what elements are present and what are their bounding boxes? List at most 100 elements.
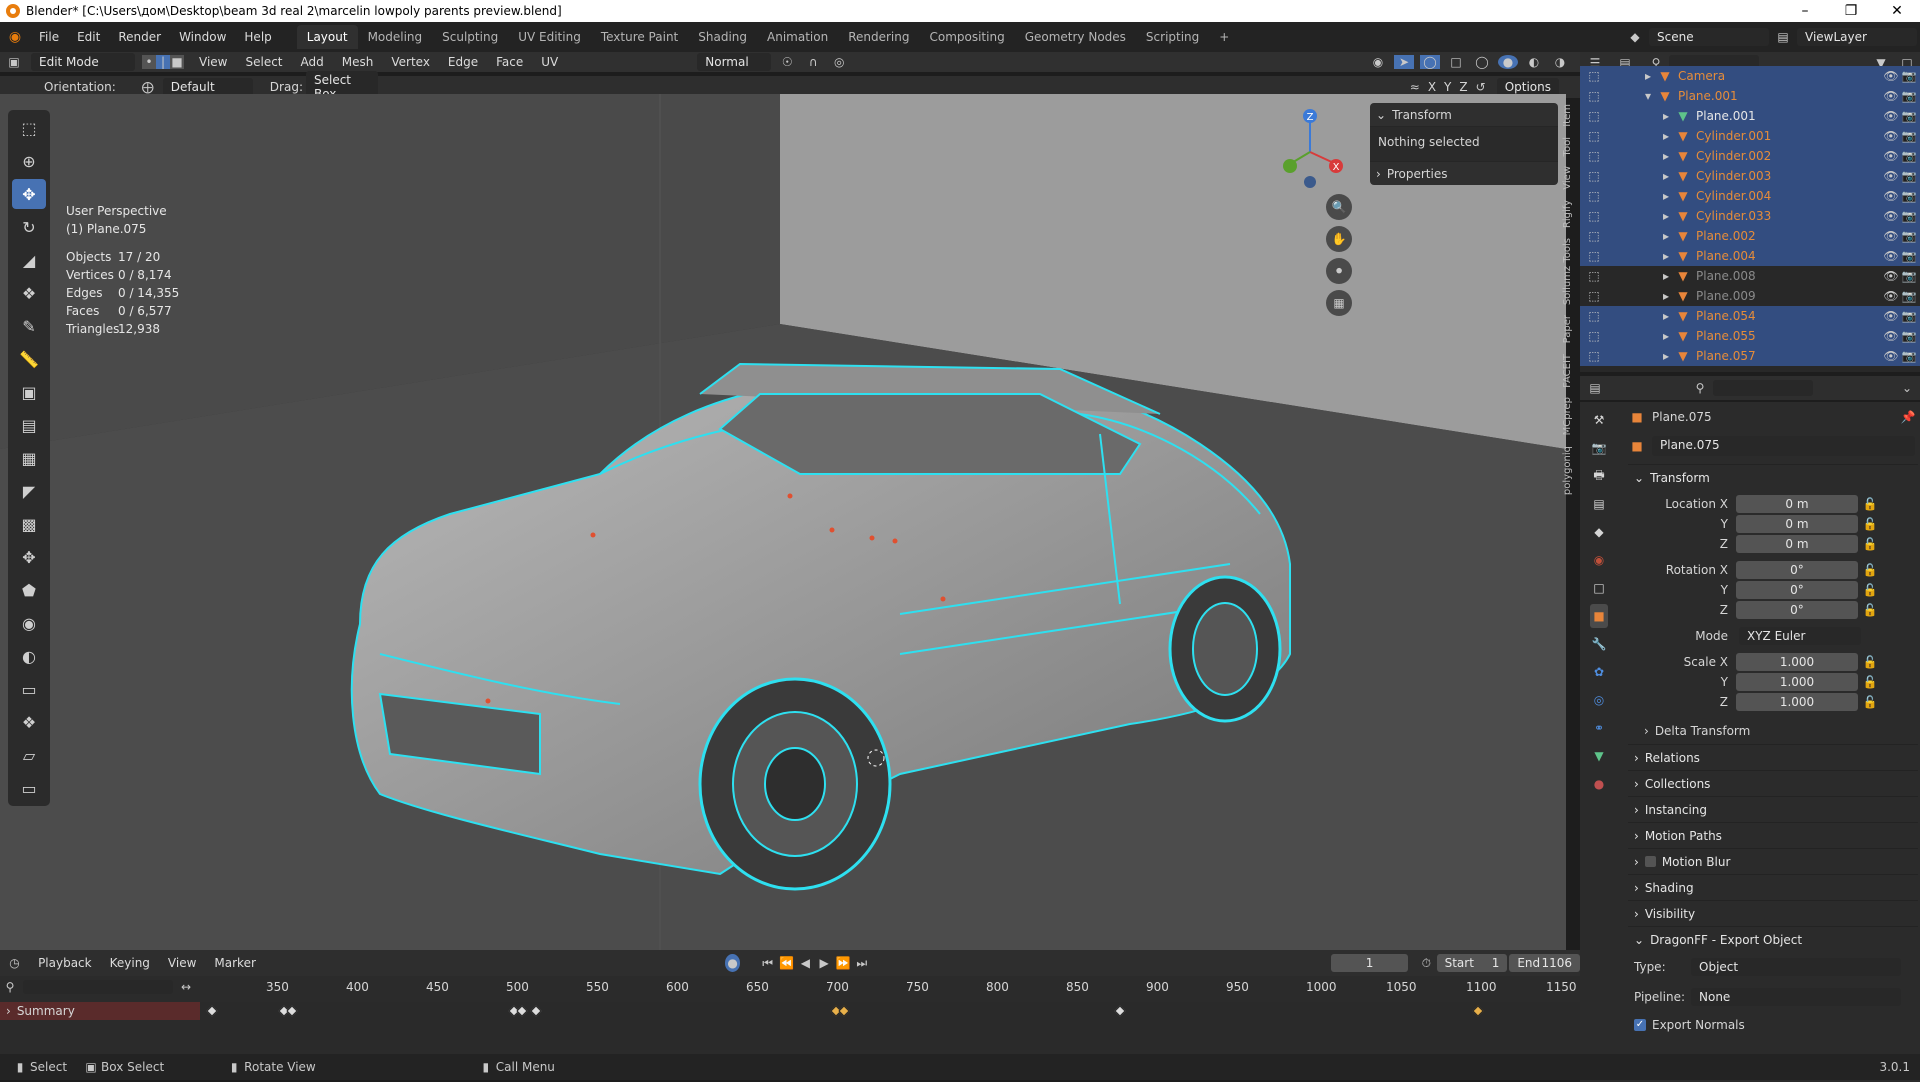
keyframe[interactable] (206, 1005, 218, 1017)
edge-slide-icon[interactable]: ▭ (12, 674, 46, 704)
outliner-row[interactable]: ⬚ ▸ ▼ Cylinder.002 👁 📷 (1580, 146, 1920, 166)
expand-arrow-icon[interactable]: ▾ (1642, 89, 1654, 103)
menu-uv[interactable]: UV (532, 55, 567, 69)
physics-tab-icon[interactable]: ◎ (1590, 688, 1608, 712)
transform-panel-header[interactable]: ⌄ Transform (1370, 103, 1558, 127)
vertex-select-icon[interactable]: • (142, 55, 156, 69)
menu-face[interactable]: Face (487, 55, 532, 69)
3d-viewport[interactable]: User Perspective (1) Plane.075 Objects 17… (0, 94, 1566, 950)
scale-z-field[interactable]: 1.000 (1736, 693, 1858, 711)
xray-toggle-icon[interactable]: □ (1446, 55, 1466, 69)
properties-options-icon[interactable]: ⌄ (1894, 381, 1920, 395)
collection-tab-icon[interactable]: □ (1590, 576, 1608, 600)
pan-hand-icon[interactable]: ✋ (1326, 226, 1352, 252)
select-mode-icon[interactable]: ⬚ (1586, 229, 1602, 243)
menu-timeline-view[interactable]: View (159, 956, 205, 970)
tab-faceit[interactable]: FACEIT (1562, 354, 1573, 388)
pipeline-dropdown[interactable]: None (1691, 988, 1901, 1006)
outliner-row[interactable]: ⬚ ▸ ▼ Cylinder.003 👁 📷 (1580, 166, 1920, 186)
mirror-icon[interactable]: ≈ (1410, 80, 1420, 94)
camera-render-icon[interactable]: 📷 (1902, 169, 1917, 183)
end-frame-field[interactable]: End 1106 (1509, 954, 1581, 972)
edge-select-icon[interactable]: | (156, 55, 170, 69)
tab-sculpting[interactable]: Sculpting (432, 25, 508, 49)
summary-channel[interactable]: › Summary (0, 1002, 200, 1020)
select-mode-icon[interactable]: ⬚ (1586, 69, 1602, 83)
keyframe[interactable] (286, 1005, 298, 1017)
scale-icon[interactable]: ◢ (12, 245, 46, 275)
select-box-icon[interactable]: ⬚ (12, 113, 46, 143)
swap-icon[interactable]: ↔ (176, 980, 196, 994)
transform-section[interactable]: ⌄ Transform (1628, 464, 1918, 490)
minimize-icon[interactable]: – (1782, 3, 1828, 19)
type-dropdown[interactable]: Object (1691, 958, 1901, 976)
visibility-section[interactable]: › Visibility (1628, 900, 1918, 926)
inset-icon[interactable]: ▦ (12, 443, 46, 473)
eye-icon[interactable]: 👁 (1883, 229, 1898, 243)
eye-icon[interactable]: 👁 (1883, 109, 1898, 123)
expand-arrow-icon[interactable]: ▸ (1660, 209, 1672, 223)
export-normals-checkbox[interactable]: ✓ (1634, 1019, 1646, 1031)
properties-editor-icon[interactable]: ▤ (1580, 381, 1610, 395)
wireframe-shading-icon[interactable]: ◯ (1472, 55, 1492, 69)
menu-edit[interactable]: Edit (68, 30, 109, 44)
play-reverse-icon[interactable]: ◀ (796, 956, 815, 970)
solid-shading-icon[interactable]: ● (1498, 55, 1518, 69)
expand-arrow-icon[interactable]: ▸ (1660, 229, 1672, 243)
eye-icon[interactable]: 👁 (1883, 149, 1898, 163)
add-cube-icon[interactable]: ▣ (12, 377, 46, 407)
tab-rendering[interactable]: Rendering (838, 25, 919, 49)
tab-animation[interactable]: Animation (757, 25, 838, 49)
measure-icon[interactable]: 📏 (12, 344, 46, 374)
menu-window[interactable]: Window (170, 30, 235, 44)
world-tab-icon[interactable]: ◉ (1590, 548, 1608, 572)
location-y-field[interactable]: 0 m (1736, 515, 1858, 533)
tool-tab-icon[interactable]: ⚒ (1590, 408, 1608, 432)
particles-tab-icon[interactable]: ✿ (1590, 660, 1608, 684)
select-mode-icon[interactable]: ⬚ (1586, 189, 1602, 203)
tab-geometry-nodes[interactable]: Geometry Nodes (1015, 25, 1136, 49)
camera-render-icon[interactable]: 📷 (1902, 229, 1917, 243)
eye-icon[interactable]: 👁 (1883, 249, 1898, 263)
motion-blur-section[interactable]: › Motion Blur (1628, 848, 1918, 874)
jump-keyframe-back-icon[interactable]: ⏪ (777, 956, 796, 970)
auto-merge-icon[interactable]: ↺ (1476, 80, 1486, 94)
poly-build-icon[interactable]: ⬟ (12, 575, 46, 605)
eye-icon[interactable]: 👁 (1883, 289, 1898, 303)
editor-type-icon[interactable]: ▣ (0, 55, 28, 69)
eye-icon[interactable]: 👁 (1883, 329, 1898, 343)
properties-search-input[interactable] (1713, 380, 1813, 396)
delta-transform-section[interactable]: › Delta Transform (1628, 718, 1918, 744)
outliner-row[interactable]: ⬚ ▸ ▼ Plane.001 👁 📷 (1580, 106, 1920, 126)
ortho-grid-icon[interactable]: ▦ (1326, 290, 1352, 316)
material-shading-icon[interactable]: ◐ (1524, 55, 1544, 69)
camera-render-icon[interactable]: 📷 (1902, 69, 1917, 83)
eye-icon[interactable]: 👁 (1883, 309, 1898, 323)
camera-render-icon[interactable]: 📷 (1902, 329, 1917, 343)
camera-render-icon[interactable]: 📷 (1902, 309, 1917, 323)
tab-compositing[interactable]: Compositing (919, 25, 1014, 49)
start-frame-field[interactable]: Start 1 (1436, 954, 1508, 972)
shrink-fatten-icon[interactable]: ❖ (12, 707, 46, 737)
eye-icon[interactable]: 👁 (1883, 209, 1898, 223)
motion-blur-checkbox[interactable] (1644, 856, 1656, 867)
tab-view[interactable]: View (1562, 166, 1573, 190)
outliner-row[interactable]: ⬚ ▸ ▼ Plane.002 👁 📷 (1580, 226, 1920, 246)
tab-uv-editing[interactable]: UV Editing (508, 25, 591, 49)
close-icon[interactable]: ✕ (1874, 3, 1920, 19)
outliner-row[interactable]: ⬚ ▸ ▼ Plane.054 👁 📷 (1580, 306, 1920, 326)
timeline-ruler[interactable]: 350 400 450 500 550 600 650 700 750 800 850 900 950 1… (200, 980, 1580, 998)
visibility-filter-icon[interactable]: ◉ (1368, 55, 1388, 69)
modifier-tab-icon[interactable]: 🔧 (1590, 632, 1608, 656)
mirror-z-toggle[interactable]: Z (1459, 80, 1467, 94)
bevel-icon[interactable]: ◤ (12, 476, 46, 506)
expand-arrow-icon[interactable]: ▸ (1660, 309, 1672, 323)
eye-icon[interactable]: 👁 (1883, 269, 1898, 283)
annotate-icon[interactable]: ✎ (12, 311, 46, 341)
menu-keying[interactable]: Keying (101, 956, 159, 970)
expand-arrow-icon[interactable]: ▸ (1642, 69, 1654, 83)
scale-y-field[interactable]: 1.000 (1736, 673, 1858, 691)
tab-shading[interactable]: Shading (688, 25, 757, 49)
lock-icon[interactable]: 🔓 (1858, 603, 1882, 617)
mode-selector[interactable]: Edit Mode (31, 53, 135, 71)
